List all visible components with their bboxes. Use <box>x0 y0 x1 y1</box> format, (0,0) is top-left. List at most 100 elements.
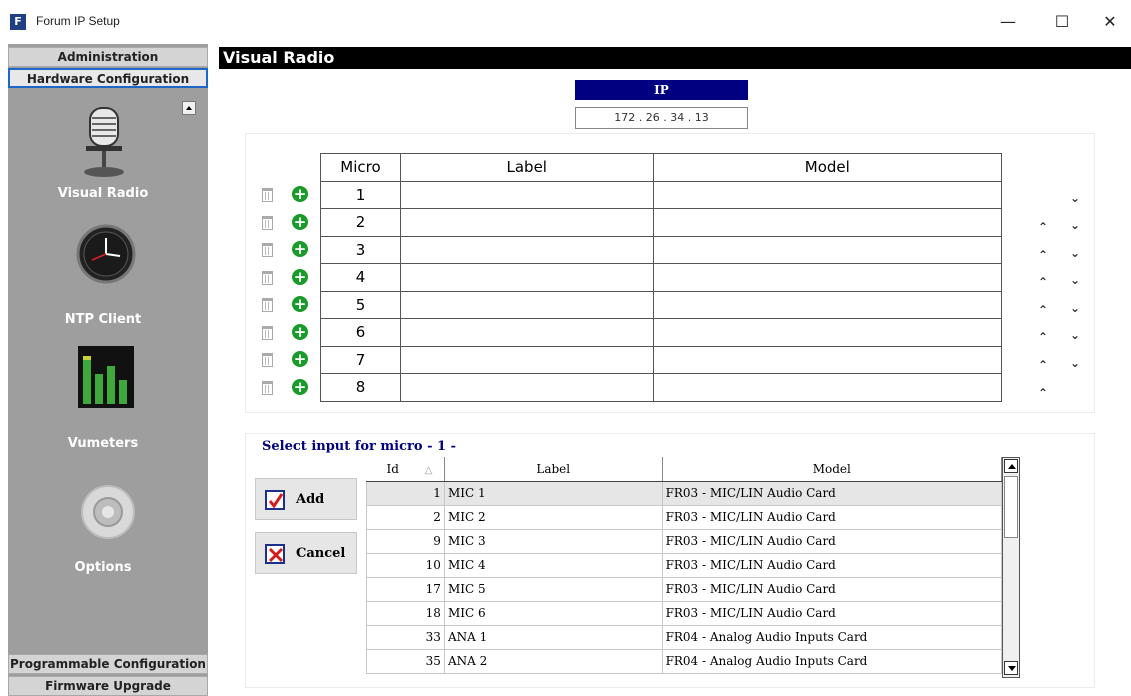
model-cell[interactable] <box>652 318 1003 347</box>
scroll-down-icon[interactable] <box>1004 661 1018 675</box>
table-row[interactable]: 1 <box>320 180 1028 209</box>
label-cell[interactable] <box>399 235 654 264</box>
micro-cell[interactable]: 4 <box>320 263 401 292</box>
column-header-model[interactable]: Model <box>662 457 1003 482</box>
trash-icon[interactable] <box>262 271 273 285</box>
model-cell[interactable] <box>652 235 1003 264</box>
move-down-icon[interactable]: ⌄ <box>1068 329 1082 341</box>
table-row[interactable]: 2 <box>320 208 1028 237</box>
move-up-icon[interactable]: ⌃ <box>1036 359 1050 371</box>
model-cell[interactable] <box>652 180 1003 209</box>
model-cell[interactable] <box>652 290 1003 319</box>
table-row[interactable]: 7 <box>320 345 1028 374</box>
label-cell[interactable] <box>399 208 654 237</box>
table-row[interactable]: 3 <box>320 235 1028 264</box>
column-header-micro[interactable]: Micro <box>320 153 401 182</box>
scroll-thumb[interactable] <box>1004 476 1018 538</box>
model-cell[interactable] <box>652 208 1003 237</box>
add-circle-icon[interactable]: + <box>292 269 308 285</box>
table-row[interactable]: 35 ANA 2 FR04 - Analog Audio Inputs Card <box>366 648 1003 674</box>
column-header-label[interactable]: Label <box>399 153 654 182</box>
sidebar-item-vumeters[interactable]: Vumeters <box>8 346 198 456</box>
table-row[interactable]: 17 MIC 5 FR03 - MIC/LIN Audio Card <box>366 576 1003 602</box>
label-cell[interactable] <box>399 290 654 319</box>
micro-cell[interactable]: 7 <box>320 345 401 374</box>
micro-cell[interactable]: 6 <box>320 318 401 347</box>
micro-cell[interactable]: 2 <box>320 208 401 237</box>
table-row[interactable]: 1 MIC 1 FR03 - MIC/LIN Audio Card <box>366 480 1003 506</box>
checkmark-icon <box>265 490 285 510</box>
sidebar-section-firmware-upgrade[interactable]: Firmware Upgrade <box>8 676 208 696</box>
cancel-button[interactable]: Cancel <box>255 532 357 574</box>
trash-icon[interactable] <box>262 216 273 230</box>
trash-icon[interactable] <box>262 243 273 257</box>
move-up-icon[interactable]: ⌃ <box>1036 221 1050 233</box>
window-title: Forum IP Setup <box>36 14 120 28</box>
sidebar-section-hardware-configuration[interactable]: Hardware Configuration <box>8 68 208 88</box>
table-row[interactable]: 6 <box>320 318 1028 347</box>
table-row[interactable]: 9 MIC 3 FR03 - MIC/LIN Audio Card <box>366 528 1003 554</box>
column-header-model[interactable]: Model <box>652 153 1003 182</box>
add-circle-icon[interactable]: + <box>292 351 308 367</box>
label-cell[interactable] <box>399 263 654 292</box>
model-cell[interactable] <box>652 263 1003 292</box>
cancel-button-label: Cancel <box>296 546 346 561</box>
maximize-button[interactable]: ☐ <box>1052 12 1072 32</box>
micro-cell[interactable]: 5 <box>320 290 401 319</box>
move-down-icon[interactable]: ⌄ <box>1068 247 1082 259</box>
add-circle-icon[interactable]: + <box>292 186 308 202</box>
model-cell[interactable] <box>652 373 1003 402</box>
move-down-icon[interactable]: ⌄ <box>1068 302 1082 314</box>
sidebar-item-options[interactable]: Options <box>8 484 198 584</box>
move-down-icon[interactable]: ⌄ <box>1068 219 1082 231</box>
trash-icon[interactable] <box>262 188 273 202</box>
add-circle-icon[interactable]: + <box>292 214 308 230</box>
add-circle-icon[interactable]: + <box>292 241 308 257</box>
trash-icon[interactable] <box>262 381 273 395</box>
model-cell: FR03 - MIC/LIN Audio Card <box>661 504 1003 530</box>
table-row[interactable]: 2 MIC 2 FR03 - MIC/LIN Audio Card <box>366 504 1003 530</box>
table-row[interactable]: 4 <box>320 263 1028 292</box>
table-row[interactable]: 33 ANA 1 FR04 - Analog Audio Inputs Card <box>366 624 1003 650</box>
move-down-icon[interactable]: ⌄ <box>1068 192 1082 204</box>
trash-icon[interactable] <box>262 353 273 367</box>
sidebar-item-visual-radio[interactable]: Visual Radio <box>8 104 198 214</box>
trash-icon[interactable] <box>262 326 273 340</box>
label-cell[interactable] <box>399 345 654 374</box>
micro-cell[interactable]: 3 <box>320 235 401 264</box>
add-button[interactable]: Add <box>255 478 357 520</box>
micro-cell[interactable]: 8 <box>320 373 401 402</box>
row-actions: + <box>258 268 318 288</box>
minimize-button[interactable]: — <box>998 12 1018 32</box>
sidebar-section-programmable-configuration[interactable]: Programmable Configuration <box>8 654 208 674</box>
move-down-icon[interactable]: ⌄ <box>1068 274 1082 286</box>
micro-cell[interactable]: 1 <box>320 180 401 209</box>
column-header-label[interactable]: Label <box>444 457 663 482</box>
move-up-icon[interactable]: ⌃ <box>1036 387 1050 399</box>
label-cell[interactable] <box>399 180 654 209</box>
microphone-icon <box>84 107 124 177</box>
sidebar-item-ntp-client[interactable]: NTP Client <box>8 224 198 334</box>
scroll-up-icon[interactable] <box>1004 459 1018 473</box>
move-down-icon[interactable]: ⌄ <box>1068 357 1082 369</box>
table-row[interactable]: 18 MIC 6 FR03 - MIC/LIN Audio Card <box>366 600 1003 626</box>
model-cell[interactable] <box>652 345 1003 374</box>
close-button[interactable]: ✕ <box>1100 12 1120 32</box>
label-cell[interactable] <box>399 318 654 347</box>
table-row[interactable]: 5 <box>320 290 1028 319</box>
move-up-icon[interactable]: ⌃ <box>1036 331 1050 343</box>
table-row[interactable]: 10 MIC 4 FR03 - MIC/LIN Audio Card <box>366 552 1003 578</box>
column-header-id[interactable]: Id △ <box>366 457 445 482</box>
move-up-icon[interactable]: ⌃ <box>1036 304 1050 316</box>
move-up-icon[interactable]: ⌃ <box>1036 249 1050 261</box>
label-cell[interactable] <box>399 373 654 402</box>
trash-icon[interactable] <box>262 298 273 312</box>
move-up-icon[interactable]: ⌃ <box>1036 276 1050 288</box>
input-table-scrollbar[interactable] <box>1002 457 1020 678</box>
ip-address-field[interactable]: 172 . 26 . 34 . 13 <box>575 107 748 129</box>
add-circle-icon[interactable]: + <box>292 379 308 395</box>
table-row[interactable]: 8 <box>320 373 1028 402</box>
add-circle-icon[interactable]: + <box>292 324 308 340</box>
add-circle-icon[interactable]: + <box>292 296 308 312</box>
sidebar-section-administration[interactable]: Administration <box>8 47 208 67</box>
